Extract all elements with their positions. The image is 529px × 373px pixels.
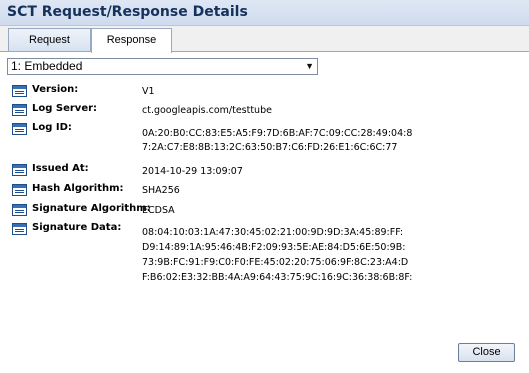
version-value: V1	[142, 86, 155, 97]
field-icon	[12, 123, 27, 135]
log-server-value: ct.googleapis.com/testtube	[142, 105, 272, 116]
signature-data-line-2: D9:14:89:1A:95:46:4B:F2:09:93:5E:AE:84:D…	[142, 242, 406, 253]
field-label: Issued At:	[32, 163, 89, 174]
field-icon	[12, 204, 27, 216]
issued-at-value: 2014-10-29 13:09:07	[142, 166, 243, 177]
field-label: Hash Algorithm:	[32, 183, 124, 194]
field-label: Log Server:	[32, 103, 98, 114]
field-icon	[12, 184, 27, 196]
log-id-line-1: 0A:20:B0:CC:83:E5:A5:F9:7D:6B:AF:7C:09:C…	[142, 128, 413, 139]
tab-request[interactable]: Request	[8, 28, 91, 51]
signature-algorithm-value: ECDSA	[142, 205, 175, 216]
field-icon	[12, 85, 27, 97]
dropdown-arrow-icon: ▼	[305, 61, 314, 71]
close-button[interactable]: Close	[458, 343, 515, 362]
signature-data-line-1: 08:04:10:03:1A:47:30:45:02:21:00:9D:9D:3…	[142, 227, 404, 238]
signature-data-line-3: 73:9B:FC:91:F9:C0:F0:FE:45:02:20:75:06:9…	[142, 257, 409, 268]
field-icon	[12, 104, 27, 116]
hash-algorithm-value: SHA256	[142, 185, 180, 196]
tab-divider	[0, 51, 529, 52]
field-label: Version:	[32, 84, 79, 95]
tab-response[interactable]: Response	[91, 28, 172, 53]
signature-data-line-4: F:B6:02:E3:32:BB:4A:A9:64:43:75:9C:16:9C…	[142, 272, 413, 283]
title-bar: SCT Request/Response Details	[0, 0, 529, 26]
select-value: 1: Embedded	[11, 59, 83, 73]
sct-select-dropdown[interactable]: 1: Embedded ▼	[7, 58, 318, 75]
field-label: Signature Data:	[32, 222, 122, 233]
field-label: Log ID:	[32, 122, 72, 133]
field-icon	[12, 164, 27, 176]
field-icon	[12, 223, 27, 235]
log-id-line-2: 7:2A:C7:E8:8B:13:2C:63:50:B7:C6:FD:26:E1…	[142, 142, 398, 153]
field-label: Signature Algorithm:	[32, 203, 151, 214]
window-title: SCT Request/Response Details	[7, 4, 248, 20]
